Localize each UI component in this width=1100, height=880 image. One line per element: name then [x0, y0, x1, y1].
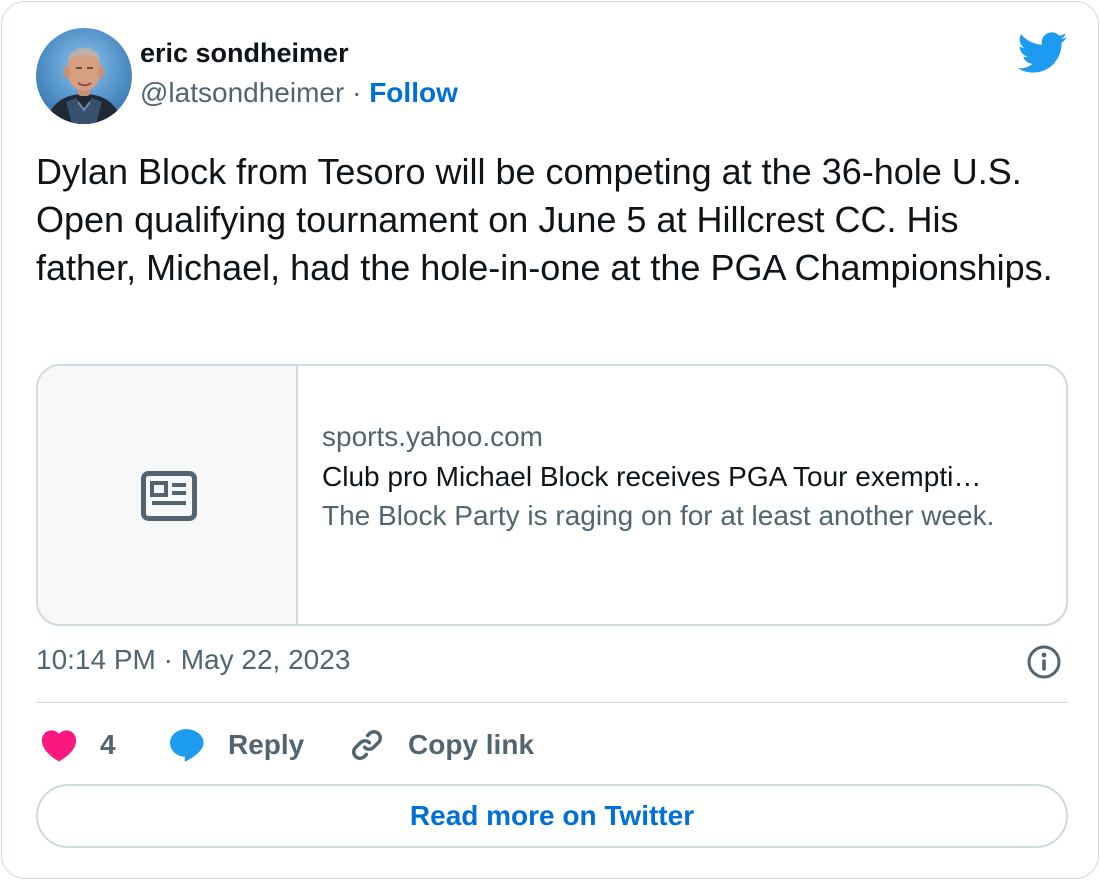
author-handle[interactable]: @latsondheimer — [140, 77, 344, 108]
info-icon[interactable] — [1026, 644, 1062, 680]
link-title: Club pro Michael Block receives PGA Tour… — [322, 461, 982, 492]
follow-button[interactable]: Follow — [369, 77, 458, 108]
link-chain-icon — [351, 729, 383, 761]
reply-bubble-icon — [170, 729, 204, 762]
author-name[interactable]: eric sondheimer — [140, 38, 349, 69]
tweet-embed-card: eric sondheimer @latsondheimer · Follow … — [1, 1, 1099, 879]
handle-separator: · — [352, 77, 362, 108]
reply-button[interactable]: Reply — [168, 724, 304, 766]
like-button[interactable]: 4 — [40, 724, 116, 766]
link-thumbnail — [38, 366, 298, 624]
avatar[interactable] — [36, 28, 132, 124]
copy-link-label: Copy link — [408, 729, 535, 760]
tweet-text: Dylan Block from Tesoro will be competin… — [36, 151, 1053, 288]
reply-label: Reply — [228, 729, 305, 760]
avatar-portrait — [46, 48, 122, 124]
link-description: The Block Party is raging on for at leas… — [322, 500, 995, 531]
news-article-icon — [141, 471, 197, 521]
author-handle-row: @latsondheimer · Follow — [140, 77, 458, 109]
twitter-bird-icon[interactable] — [1018, 32, 1068, 74]
read-more-button[interactable]: Read more on Twitter — [36, 784, 1068, 848]
copy-link-button[interactable]: Copy link — [348, 724, 534, 766]
like-count: 4 — [100, 729, 116, 760]
tweet-timestamp[interactable]: 10:14 PM · May 22, 2023 — [36, 644, 350, 676]
link-preview-card[interactable]: sports.yahoo.com Club pro Michael Block … — [36, 364, 1068, 626]
divider — [36, 702, 1068, 703]
heart-icon — [41, 730, 77, 762]
link-domain: sports.yahoo.com — [322, 421, 543, 452]
